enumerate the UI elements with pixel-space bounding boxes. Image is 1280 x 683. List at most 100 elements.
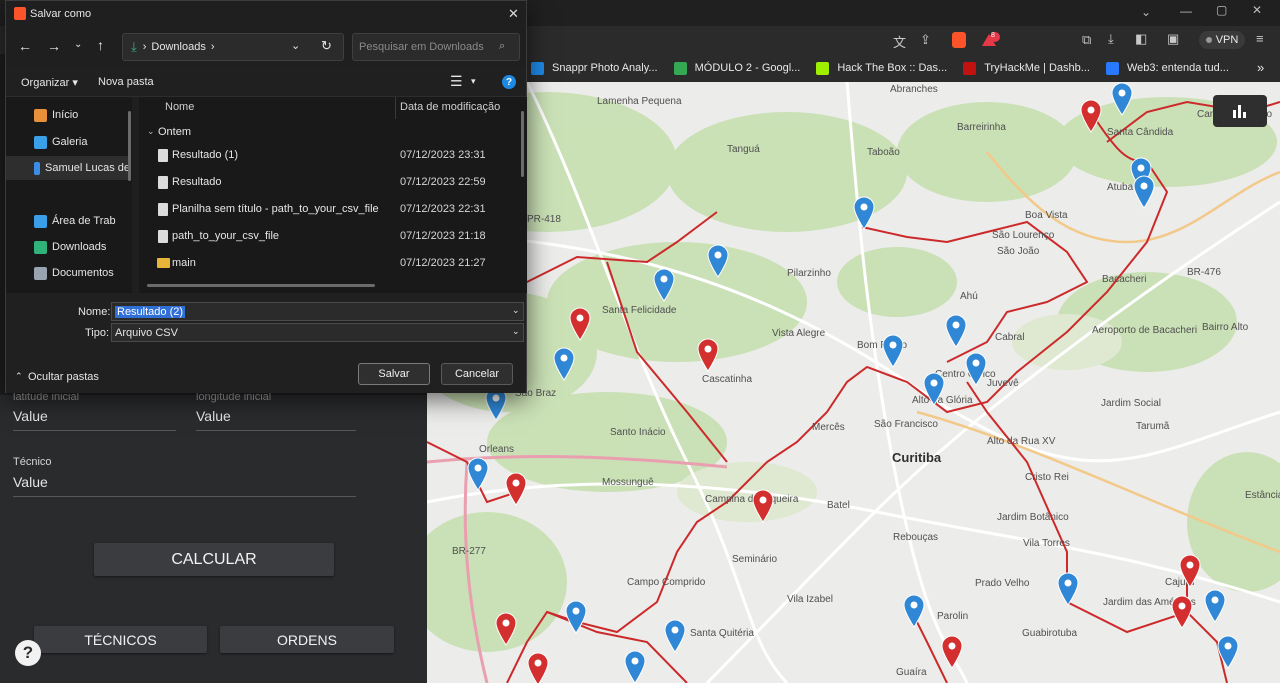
share-icon[interactable]: ⇪ — [920, 32, 931, 48]
nav-scrollbar[interactable] — [128, 111, 131, 181]
red-map-pin-icon[interactable] — [697, 338, 719, 372]
blue-map-pin-icon[interactable] — [882, 334, 904, 368]
red-map-pin-icon[interactable] — [527, 652, 549, 683]
menu-icon[interactable]: ≡ — [1256, 31, 1264, 46]
file-scrollbar-horizontal[interactable] — [147, 284, 375, 287]
blue-map-pin-icon[interactable] — [467, 457, 489, 491]
longitude-input[interactable]: Value — [196, 408, 356, 431]
brave-rewards-icon[interactable]: 8 — [980, 32, 1000, 48]
red-map-pin-icon[interactable] — [1179, 554, 1201, 588]
blue-map-pin-icon[interactable] — [624, 650, 646, 683]
red-map-pin-icon[interactable] — [505, 472, 527, 506]
breadcrumb-downloads[interactable]: Downloads — [151, 41, 205, 53]
route-map[interactable]: Abranches Lamenha Pequena Barreirinha Santa… — [427, 82, 1280, 683]
column-header-name[interactable]: Nome — [165, 101, 194, 113]
close-icon[interactable]: ✕ — [508, 6, 519, 22]
save-button[interactable]: Salvar — [358, 363, 430, 385]
red-map-pin-icon[interactable] — [1171, 595, 1193, 629]
blue-map-pin-icon[interactable] — [1111, 82, 1133, 116]
red-map-pin-icon[interactable] — [941, 635, 963, 669]
red-map-pin-icon[interactable] — [752, 489, 774, 523]
blue-map-pin-icon[interactable] — [1204, 589, 1226, 623]
sidebar-icon[interactable]: ◧ — [1135, 31, 1147, 47]
bookmark-item[interactable]: TryHackMe | Dashb... — [963, 61, 1090, 75]
file-scrollbar-vertical[interactable] — [521, 111, 524, 177]
file-row[interactable]: Resultado (1) 07/12/2023 23:31 — [139, 142, 519, 168]
back-arrow-icon[interactable]: ← — [18, 38, 32, 54]
bookmark-item[interactable]: MÓDULO 2 - Googl... — [673, 61, 800, 75]
vpn-button[interactable]: VPN — [1199, 31, 1245, 49]
more-bookmarks-button[interactable]: » — [1257, 60, 1264, 75]
view-options-icon[interactable]: ☰ — [450, 73, 463, 90]
blue-map-pin-icon[interactable] — [707, 244, 729, 278]
latitude-input[interactable]: Value — [13, 408, 176, 431]
translate-icon[interactable]: 文 — [893, 32, 906, 51]
blue-map-pin-icon[interactable] — [965, 352, 987, 386]
bookmark-favicon-icon — [673, 61, 687, 75]
minimize-icon[interactable]: — — [1180, 4, 1192, 18]
blue-map-pin-icon[interactable] — [923, 372, 945, 406]
filetype-select[interactable]: Arquivo CSV ⌄ — [111, 323, 524, 342]
file-name: main — [172, 257, 196, 269]
address-bar[interactable]: ⤓ › Downloads › ⌄ ↻ — [122, 33, 344, 61]
organize-menu-button[interactable]: Organizar ▾ — [21, 76, 78, 89]
bookmark-favicon-icon — [816, 61, 830, 75]
nav-item[interactable]: Downloads — [6, 235, 130, 259]
close-window-icon[interactable]: ✕ — [1252, 3, 1262, 17]
blue-map-pin-icon[interactable] — [1057, 572, 1079, 606]
bookmark-item[interactable]: Hack The Box :: Das... — [816, 61, 947, 75]
red-map-pin-icon[interactable] — [569, 307, 591, 341]
blue-map-pin-icon[interactable] — [653, 268, 675, 302]
view-dropdown-icon[interactable]: ▾ — [471, 76, 476, 87]
new-folder-button[interactable]: Nova pasta — [98, 76, 154, 88]
help-icon[interactable]: ? — [15, 640, 41, 666]
recent-locations-chevron-icon[interactable]: ⌄ — [74, 39, 82, 50]
red-map-pin-icon[interactable] — [1080, 99, 1102, 133]
hide-folders-button[interactable]: Ocultar pastas — [28, 371, 99, 383]
blue-map-pin-icon[interactable] — [903, 594, 925, 628]
nav-item[interactable]: Galeria — [6, 130, 130, 154]
calculate-button[interactable]: CALCULAR — [94, 543, 334, 576]
column-header-date[interactable]: Data de modificação — [400, 101, 500, 113]
nav-item[interactable]: Samuel Lucas de — [6, 156, 130, 180]
orders-button[interactable]: ORDENS — [220, 626, 394, 653]
nav-item[interactable]: Início — [6, 103, 130, 127]
address-dropdown-icon[interactable]: ⌄ — [291, 39, 300, 52]
bookmark-item[interactable]: Snappr Photo Analy... — [531, 61, 658, 75]
chevron-down-icon[interactable]: ⌄ — [1141, 5, 1151, 19]
blue-map-pin-icon[interactable] — [1133, 175, 1155, 209]
filename-input[interactable]: Resultado (2) ⌄ — [111, 302, 524, 321]
file-row[interactable]: main 07/12/2023 21:27 — [139, 250, 519, 276]
chevron-up-icon[interactable]: ⌃ — [15, 371, 23, 382]
group-collapse-chevron-icon[interactable]: ⌄ — [147, 126, 155, 137]
blue-map-pin-icon[interactable] — [945, 314, 967, 348]
bookmark-item[interactable]: Web3: entenda tud... — [1105, 61, 1229, 75]
download-icon[interactable]: ⤓ — [1108, 31, 1114, 47]
wallet-icon[interactable]: ▣ — [1167, 31, 1179, 47]
maximize-icon[interactable]: ▢ — [1216, 3, 1227, 17]
search-input[interactable]: Pesquisar em Downloads ⌕ — [352, 33, 520, 61]
up-arrow-icon[interactable]: ↑ — [97, 37, 104, 53]
cancel-button[interactable]: Cancelar — [441, 363, 513, 385]
file-row[interactable]: Resultado 07/12/2023 22:59 — [139, 169, 519, 195]
nav-item[interactable]: Documentos — [6, 261, 130, 285]
technicians-button[interactable]: TÉCNICOS — [34, 626, 207, 653]
technician-input[interactable]: Value — [13, 474, 356, 497]
blue-map-pin-icon[interactable] — [664, 619, 686, 653]
file-row[interactable]: Planilha sem título - path_to_your_csv_f… — [139, 196, 519, 222]
brave-shield-icon[interactable] — [952, 32, 966, 48]
red-map-pin-icon[interactable] — [495, 612, 517, 646]
help-question-icon[interactable]: ? — [502, 75, 516, 89]
filetype-dropdown-icon[interactable]: ⌄ — [512, 326, 520, 337]
blue-map-pin-icon[interactable] — [853, 196, 875, 230]
blue-map-pin-icon[interactable] — [553, 347, 575, 381]
filename-dropdown-icon[interactable]: ⌄ — [512, 305, 520, 316]
refresh-icon[interactable]: ↻ — [321, 38, 332, 54]
blue-map-pin-icon[interactable] — [1217, 635, 1239, 669]
extensions-icon[interactable]: ⧉ — [1082, 32, 1091, 48]
forward-arrow-icon[interactable]: → — [47, 38, 61, 54]
stats-button[interactable] — [1213, 95, 1267, 127]
blue-map-pin-icon[interactable] — [565, 600, 587, 634]
nav-item[interactable]: Área de Trab — [6, 209, 130, 233]
file-row[interactable]: path_to_your_csv_file 07/12/2023 21:18 — [139, 223, 519, 249]
